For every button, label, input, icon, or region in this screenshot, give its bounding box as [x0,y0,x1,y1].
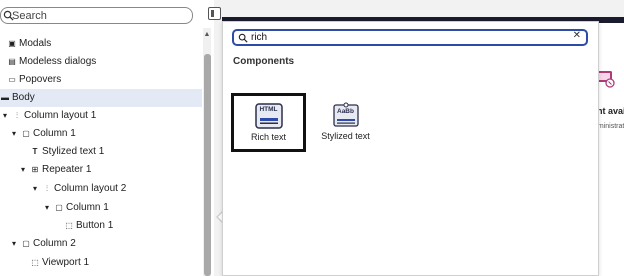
repeater-icon: ⊞ [31,165,39,174]
clear-search-icon[interactable]: ✕ [573,30,581,41]
component-rich-text[interactable]: HTML Rich text [231,93,306,152]
stylized-text-icon [332,102,359,127]
popover-icon: ▭ [8,75,16,84]
tree-item-column-1-nested[interactable]: ▾ ▢ Column 1 [42,199,109,217]
tree-item-label: Modals [19,38,52,49]
tree-item-label: Repeater 1 [42,164,92,175]
tree-item-label: Column 1 [66,202,109,213]
component-label: Rich text [250,132,286,142]
tree-search-field[interactable]: Search [0,7,193,24]
chevron-down-icon[interactable]: ▾ [30,180,40,198]
viewport-icon: ⬚ [31,258,39,267]
tree-item-label: Body [12,92,35,103]
component-search-input[interactable] [251,31,551,44]
tree-item-label: Modeless dialogs [19,56,97,67]
chevron-down-icon[interactable]: ▾ [9,235,19,253]
component-stylized-text[interactable]: AaBb Stylized text [308,93,383,152]
tree-item-column-layout-2[interactable]: ▾ ⫶ Column layout 2 [30,180,126,198]
tree-item-column-1[interactable]: ▾ ▢ Column 1 [9,125,76,143]
column-icon: ▢ [22,129,30,138]
body-icon: ▬ [1,93,9,102]
scroll-up-arrow-icon[interactable]: ▲ [203,30,211,40]
stylized-text-icon: T [32,147,38,156]
column-icon: ▢ [55,203,63,212]
tree-item-column-layout-1[interactable]: ▾ ⫶ Column layout 1 [0,107,96,125]
tree-item-label: Button 1 [76,220,114,231]
tree-item-column-2[interactable]: ▾ ▢ Column 2 [9,235,76,253]
collapse-panel-button[interactable] [208,7,221,20]
chevron-down-icon[interactable]: ▾ [9,125,19,143]
button-icon: ⬚ [65,221,73,230]
tree-item-popovers[interactable]: ▭ Popovers [7,71,61,89]
tree-item-repeater-1[interactable]: ▾ ⊞ Repeater 1 [18,161,92,179]
tree-item-label: Column 1 [33,128,76,139]
tree-item-stylized-text-1[interactable]: T Stylized text 1 [30,143,105,161]
chevron-down-icon[interactable]: ▾ [18,161,28,179]
tree-item-label: Column layout 2 [54,183,127,194]
tree-item-label: Column layout 1 [24,110,97,121]
tree-item-label: Stylized text 1 [42,146,105,157]
tree-item-body[interactable]: ▬ Body [0,89,202,107]
tree-item-button-1[interactable]: ⬚ Button 1 [64,217,113,235]
tree-item-label: Column 2 [33,238,76,249]
column-layout-icon: ⫶ [46,184,48,193]
chevron-down-icon[interactable]: ▾ [42,199,52,217]
component-label: Stylized text [321,131,370,141]
chevron-down-icon[interactable]: ▾ [0,107,10,125]
modal-icon: ▣ [8,39,16,48]
component-search-field[interactable]: ✕ [232,29,588,46]
column-icon: ▢ [22,239,30,248]
stylized-text-thumb-label: AaBb [337,108,354,115]
tree-item-modals[interactable]: ▣ Modals [7,35,51,53]
component-picker-popover: ✕ Components HTML Rich text AaBb Stylize… [222,21,599,276]
tree-item-viewport-1[interactable]: ⬚ Viewport 1 [30,254,89,272]
components-section-title: Components [233,56,295,67]
rich-text-thumb-label: HTML [259,106,278,113]
panel-toggle-icon [211,10,214,17]
dialog-icon: ▤ [8,57,16,66]
tree-panel: Search ▣ Modals ▤ Modeless dialogs ▭ Popove… [0,0,214,276]
tree-search-placeholder: Search [12,10,47,22]
tree-scrollbar-thumb[interactable] [204,54,211,276]
tree-item-modeless-dialogs[interactable]: ▤ Modeless dialogs [7,53,96,71]
tree-item-label: Popovers [19,74,62,85]
tree-item-label: Viewport 1 [42,257,90,268]
search-icon [238,33,248,43]
column-layout-icon: ⫶ [16,111,18,120]
